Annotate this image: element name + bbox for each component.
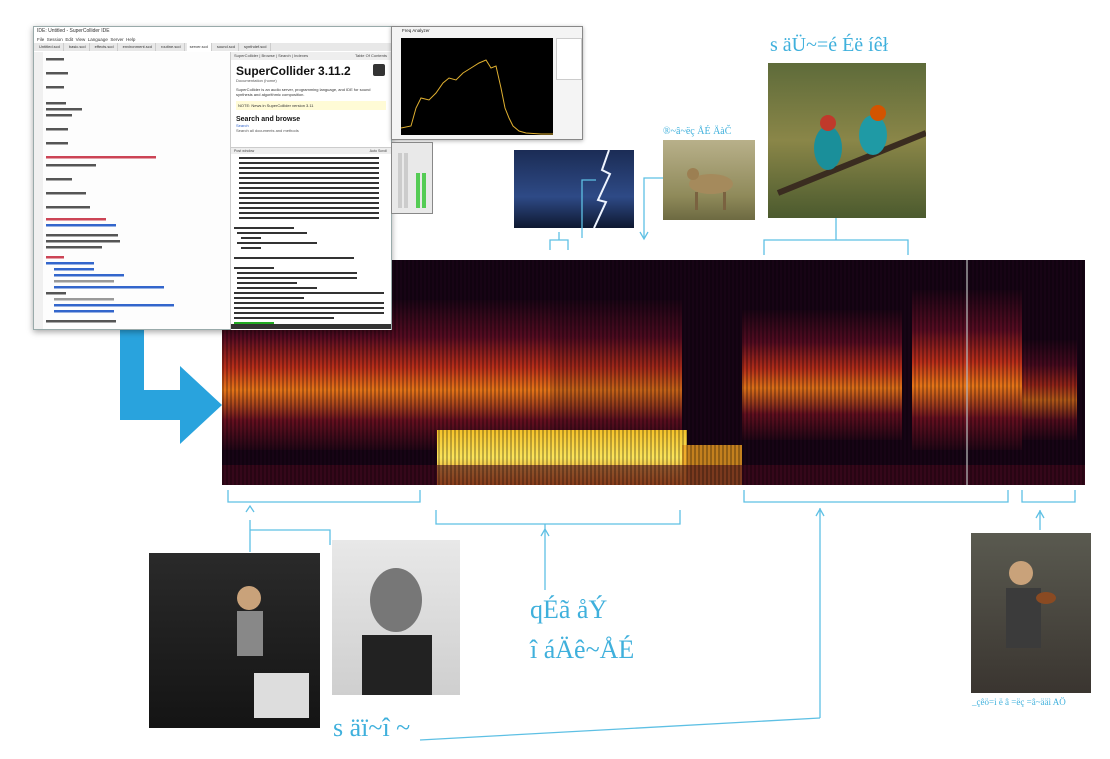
- label-bottom-left: s äï~î ~: [333, 713, 411, 742]
- label-birds: s äÜ~=é Éë íêł: [770, 34, 889, 56]
- label-jackal: ®~â~ëç ÅÉ ÄàČ: [663, 126, 732, 137]
- label-bottom-right: _çêö=i ë â =ëç =â~ääì AÖ: [972, 697, 1066, 707]
- label-middle-line1: qÉã åÝ: [530, 595, 608, 624]
- label-middle-line2: î áÄê~ÅÉ: [530, 635, 635, 664]
